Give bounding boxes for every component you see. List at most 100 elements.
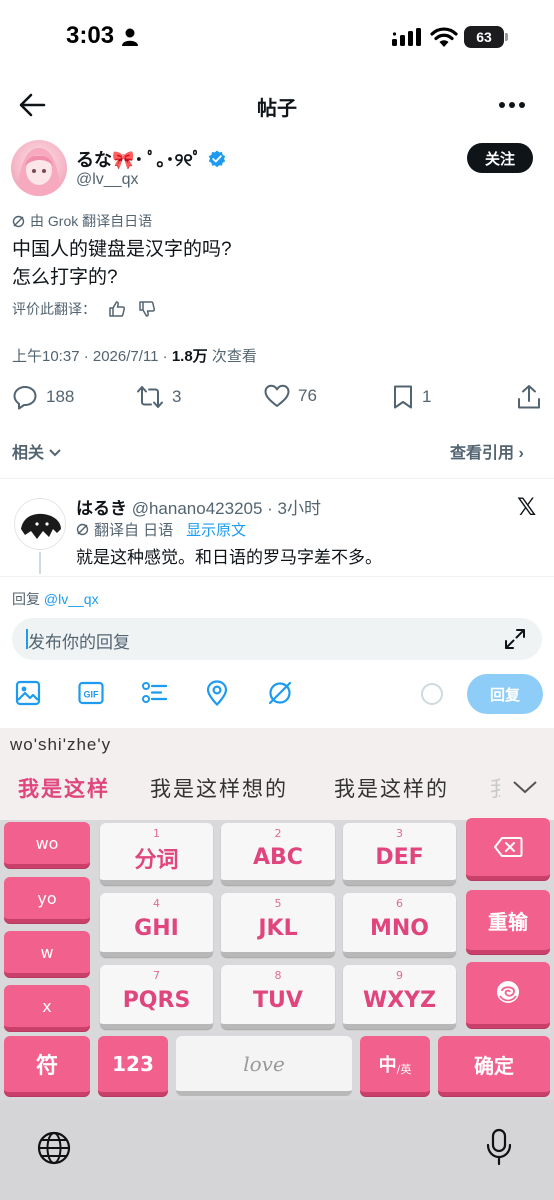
battery-indicator: 63 xyxy=(464,26,504,48)
chevron-down-icon xyxy=(49,449,62,457)
poll-icon[interactable] xyxy=(141,680,167,706)
language-switch-key[interactable]: 中/英 xyxy=(360,1036,430,1096)
pinyin-composition: wo'shi'zhe'y xyxy=(10,735,112,754)
post-text: 中国人的键盘是汉字的吗? 怎么打字的? xyxy=(12,236,232,292)
pinyin-option-key[interactable]: wo xyxy=(4,822,90,868)
reply-author-header[interactable]: はるき @hanano423205 · 3小时 xyxy=(76,494,321,519)
key-number: 1 xyxy=(153,827,160,840)
key-label: PQRS xyxy=(122,988,191,1013)
gif-icon[interactable]: GIF xyxy=(78,680,104,706)
lang-main-label: 中 xyxy=(378,1055,397,1076)
author-avatar[interactable] xyxy=(11,140,67,196)
key-4[interactable]: 4 GHI xyxy=(100,893,213,957)
pinyin-option-key[interactable]: x xyxy=(4,985,90,1031)
page-title: 帖子 xyxy=(257,98,297,120)
numbers-key[interactable]: 123 xyxy=(98,1036,168,1096)
key-8[interactable]: 8 TUV xyxy=(221,965,335,1029)
space-key[interactable]: love xyxy=(176,1036,352,1096)
microphone-icon[interactable] xyxy=(485,1128,513,1166)
symbols-key[interactable]: 符 xyxy=(4,1036,90,1096)
key-number: 9 xyxy=(396,969,403,982)
expand-icon[interactable] xyxy=(504,628,526,650)
image-icon[interactable] xyxy=(15,680,41,706)
thumbs-down-icon[interactable] xyxy=(138,300,156,318)
bookmark-count: 1 xyxy=(422,387,432,406)
expand-candidates-icon[interactable] xyxy=(512,780,538,794)
reply-to-handle[interactable]: @lv__qx xyxy=(44,591,99,607)
reply-count: 188 xyxy=(46,387,75,406)
key-label: DEF xyxy=(375,845,424,870)
emoji-key[interactable] xyxy=(466,962,550,1028)
translation-note-text: 由 Grok 翻译自日语 xyxy=(30,213,153,229)
candidate-word[interactable]: 我是这样 xyxy=(18,773,110,803)
thumbs-up-icon[interactable] xyxy=(108,300,126,318)
key-label: JKL xyxy=(258,916,298,941)
key-3[interactable]: 3 DEF xyxy=(343,823,456,885)
candidate-word[interactable]: 我是这样的 xyxy=(334,773,449,803)
show-original-link[interactable]: 显示原文 xyxy=(186,519,246,540)
backspace-key[interactable] xyxy=(466,818,550,880)
share-action[interactable] xyxy=(517,384,541,410)
key-2[interactable]: 2 ABC xyxy=(221,823,335,885)
key-label: GHI xyxy=(134,916,179,941)
like-action[interactable]: 76 xyxy=(264,384,317,408)
divider xyxy=(0,576,554,577)
candidate-word[interactable]: 我 xyxy=(490,773,500,803)
bookmark-icon xyxy=(394,385,412,409)
repost-count: 3 xyxy=(172,387,182,406)
rate-translation-label: 评价此翻译： xyxy=(12,301,96,317)
location-icon[interactable] xyxy=(204,680,230,706)
key-5[interactable]: 5 JKL xyxy=(221,893,335,957)
key-1[interactable]: 1 分词 xyxy=(100,823,213,885)
view-quotes-link[interactable]: 查看引用 › xyxy=(450,439,524,463)
pinyin-option-key[interactable]: w xyxy=(4,931,90,977)
reply-to-label: 回复 @lv__qx xyxy=(12,589,99,609)
globe-icon[interactable] xyxy=(37,1131,71,1165)
author-name[interactable]: るな🎀･ ﾟ｡･୨୧ﾟ xyxy=(76,146,226,172)
battery-cap xyxy=(505,33,508,41)
key-label: ABC xyxy=(253,845,303,870)
reply-action[interactable]: 188 xyxy=(12,384,74,410)
reply-to-prefix: 回复 xyxy=(12,591,44,607)
reply-author-handle: @hanano423205 · 3小时 xyxy=(127,499,321,518)
key-number: 2 xyxy=(274,827,282,840)
translate-icon xyxy=(76,523,89,536)
more-options-icon[interactable] xyxy=(498,100,526,110)
view-suffix: 次查看 xyxy=(207,348,257,365)
key-label: WXYZ xyxy=(362,988,437,1013)
retype-key[interactable]: 重输 xyxy=(466,890,550,954)
view-count[interactable]: 1.8万 xyxy=(172,348,208,365)
follow-button[interactable]: 关注 xyxy=(467,143,533,173)
candidate-word[interactable]: 我是这样想的 xyxy=(150,773,288,803)
key-label: 分词 xyxy=(134,847,179,873)
rate-translation-row: 评价此翻译： xyxy=(12,299,156,319)
related-label: 相关 xyxy=(12,445,45,462)
repost-icon xyxy=(137,386,163,408)
backspace-icon xyxy=(494,837,523,857)
author-handle[interactable]: @lv__qx xyxy=(76,171,139,189)
repost-action[interactable]: 3 xyxy=(136,384,181,410)
divider xyxy=(0,478,554,479)
grok-icon[interactable] xyxy=(267,680,293,706)
rose-icon xyxy=(497,981,519,1003)
bookmark-action[interactable]: 1 xyxy=(392,384,431,410)
reply-author-avatar[interactable] xyxy=(14,498,66,550)
person-icon xyxy=(122,28,138,46)
confirm-key[interactable]: 确定 xyxy=(438,1036,550,1096)
key-6[interactable]: 6 MNO xyxy=(343,893,456,957)
key-7[interactable]: 7 PQRS xyxy=(100,965,213,1029)
share-icon xyxy=(518,385,540,409)
text-caret xyxy=(26,629,28,649)
reply-translated-from: 翻译自 日语 xyxy=(94,522,174,539)
post-actions: 188 3 76 1 xyxy=(12,384,542,414)
wifi-icon xyxy=(430,27,458,47)
svg-text:GIF: GIF xyxy=(84,690,100,700)
post-meta: 上午10:37 · 2026/7/11 · 1.8万 次查看 xyxy=(12,345,257,366)
reply-submit-button[interactable]: 回复 xyxy=(467,674,543,714)
key-9[interactable]: 9 WXYZ xyxy=(343,965,456,1029)
related-toggle[interactable]: 相关 xyxy=(12,439,62,463)
pinyin-option-key[interactable]: yo xyxy=(4,877,90,923)
reply-text: 就是这种感觉。和日语的罗马字差不多。 xyxy=(76,548,382,567)
key-number: 6 xyxy=(396,897,403,910)
character-progress-icon xyxy=(421,683,443,705)
